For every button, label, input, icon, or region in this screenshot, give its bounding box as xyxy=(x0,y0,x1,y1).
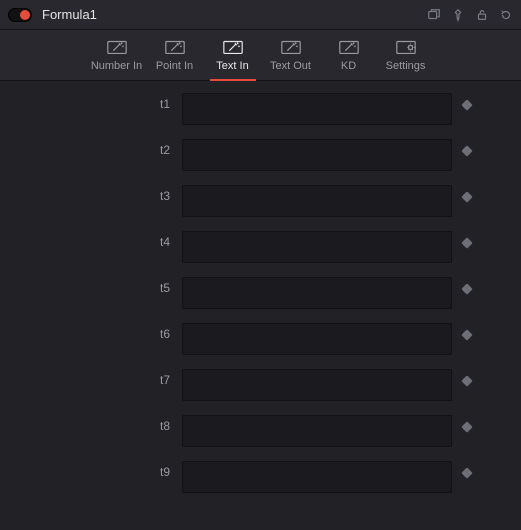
field-row: t7 xyxy=(0,369,505,401)
reset-icon[interactable] xyxy=(499,8,513,22)
window-icon[interactable] xyxy=(427,8,441,22)
field-label: t8 xyxy=(0,415,182,433)
diamond-icon xyxy=(461,237,472,248)
tab-label: Settings xyxy=(386,60,426,72)
text-input-t2[interactable] xyxy=(182,139,452,171)
text-input-t5[interactable] xyxy=(182,277,452,309)
tab-label: KD xyxy=(341,60,356,72)
text-input-t8[interactable] xyxy=(182,415,452,447)
tab-kd[interactable]: KD xyxy=(320,38,378,80)
keyframe-button[interactable] xyxy=(452,323,482,339)
field-label: t3 xyxy=(0,185,182,203)
tab-point-in[interactable]: Point In xyxy=(146,38,204,80)
field-row: t3 xyxy=(0,185,505,217)
field-label: t2 xyxy=(0,139,182,157)
tab-text-out[interactable]: Text Out xyxy=(262,38,320,80)
field-label: t1 xyxy=(0,93,182,111)
text-input-t1[interactable] xyxy=(182,93,452,125)
tab-settings[interactable]: Settings xyxy=(378,38,434,80)
field-row: t5 xyxy=(0,277,505,309)
diamond-icon xyxy=(461,99,472,110)
tab-text-in[interactable]: Text In xyxy=(204,38,262,80)
field-row: t8 xyxy=(0,415,505,447)
text-input-t3[interactable] xyxy=(182,185,452,217)
diamond-icon xyxy=(461,375,472,386)
wand-icon xyxy=(280,38,302,56)
lock-icon[interactable] xyxy=(475,8,489,22)
keyframe-button[interactable] xyxy=(452,231,482,247)
keyframe-button[interactable] xyxy=(452,369,482,385)
field-row: t1 xyxy=(0,93,505,125)
field-row: t6 xyxy=(0,323,505,355)
node-title: Formula1 xyxy=(42,7,97,22)
fields-area: t1 t2 t3 t4 t5 t6 t7 t8 t9 xyxy=(0,81,521,493)
keyframe-button[interactable] xyxy=(452,185,482,201)
diamond-icon xyxy=(461,191,472,202)
text-input-t6[interactable] xyxy=(182,323,452,355)
field-row: t4 xyxy=(0,231,505,263)
diamond-icon xyxy=(461,467,472,478)
tab-label: Text Out xyxy=(270,60,311,72)
diamond-icon xyxy=(461,283,472,294)
wand-icon xyxy=(164,38,186,56)
enable-toggle[interactable] xyxy=(8,8,32,22)
tab-label: Number In xyxy=(91,60,142,72)
wand-icon xyxy=(222,38,244,56)
keyframe-button[interactable] xyxy=(452,93,482,109)
text-input-t7[interactable] xyxy=(182,369,452,401)
keyframe-button[interactable] xyxy=(452,277,482,293)
field-row: t2 xyxy=(0,139,505,171)
field-label: t7 xyxy=(0,369,182,387)
keyframe-button[interactable] xyxy=(452,415,482,431)
text-input-t4[interactable] xyxy=(182,231,452,263)
field-row: t9 xyxy=(0,461,505,493)
field-label: t5 xyxy=(0,277,182,295)
wand-icon xyxy=(338,38,360,56)
pin-icon[interactable] xyxy=(451,8,465,22)
text-input-t9[interactable] xyxy=(182,461,452,493)
keyframe-button[interactable] xyxy=(452,461,482,477)
diamond-icon xyxy=(461,145,472,156)
diamond-icon xyxy=(461,421,472,432)
wand-icon xyxy=(106,38,128,56)
field-label: t4 xyxy=(0,231,182,249)
diamond-icon xyxy=(461,329,472,340)
keyframe-button[interactable] xyxy=(452,139,482,155)
tab-label: Text In xyxy=(216,60,248,72)
tab-bar: Number In Point In Text In Text Out KD Settin… xyxy=(0,30,521,81)
tab-number-in[interactable]: Number In xyxy=(88,38,146,80)
tab-label: Point In xyxy=(156,60,193,72)
field-label: t6 xyxy=(0,323,182,341)
gear-icon xyxy=(395,38,417,56)
field-label: t9 xyxy=(0,461,182,479)
inspector-header: Formula1 xyxy=(0,0,521,30)
